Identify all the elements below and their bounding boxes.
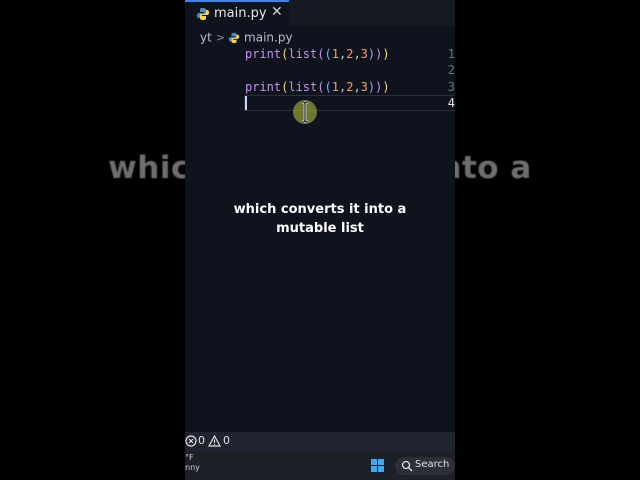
taskbar-search[interactable]: Search [395,457,455,475]
windows-start-icon[interactable] [371,459,385,473]
code-line-1[interactable]: print(list((1,2,3))) [245,47,390,61]
code-token-paren: ( [324,47,332,61]
weather-widget[interactable]: °F nny [185,453,200,473]
weather-temp: °F [185,453,194,462]
breadcrumb-folder[interactable]: yt [200,31,212,45]
weather-condition: nny [185,463,200,472]
tab-main-py[interactable]: main.py ✕ [185,0,289,26]
chevron-right-icon: > [215,31,226,44]
tab-label: main.py [214,6,267,21]
ibeam-cursor-icon [301,101,309,123]
code-token-function: list [288,80,318,94]
video-caption: which converts it into a mutable list [185,200,455,238]
code-token-function: print [245,80,282,94]
code-editor[interactable]: main.py ✕ yt > main.py 1 2 3 4 print(list… [185,0,455,480]
windows-taskbar: °F nny Search [185,451,455,480]
code-token-number: 1 [331,80,339,94]
code-token-number: 3 [360,47,368,61]
code-token-number: 1 [331,47,339,61]
code-token-paren: ) [382,80,390,94]
search-label: Search [415,459,450,470]
python-icon [228,32,240,43]
line-number: 1 [447,47,455,61]
error-icon[interactable] [185,435,197,447]
code-line-3[interactable]: print(list((1,2,3))) [245,80,390,94]
line-number: 2 [447,63,455,77]
tab-bar: main.py ✕ [185,0,455,26]
warning-count[interactable]: 0 [223,434,230,447]
text-caret [245,96,247,110]
close-icon[interactable]: ✕ [271,4,283,20]
error-count[interactable]: 0 [198,434,205,447]
breadcrumb: yt > main.py [200,30,293,46]
code-token-paren: ( [324,80,332,94]
warning-icon[interactable] [208,435,221,447]
code-token-number: 3 [360,80,368,94]
current-line-highlight [244,95,455,111]
status-bar: 0 0 [185,432,455,451]
caption-line-2: mutable list [276,221,364,236]
code-token-function: print [245,47,282,61]
code-token-function: list [288,47,318,61]
code-token-paren: ( [317,80,325,94]
breadcrumb-file[interactable]: main.py [244,31,293,45]
code-token-comma: , [353,47,361,61]
code-token-paren: ( [317,47,325,61]
python-icon [197,8,209,20]
code-token-paren: ) [382,47,390,61]
search-icon [401,460,413,472]
caption-line-1: which converts it into a [233,202,407,217]
line-number: 3 [447,80,455,94]
code-token-comma: , [353,80,361,94]
